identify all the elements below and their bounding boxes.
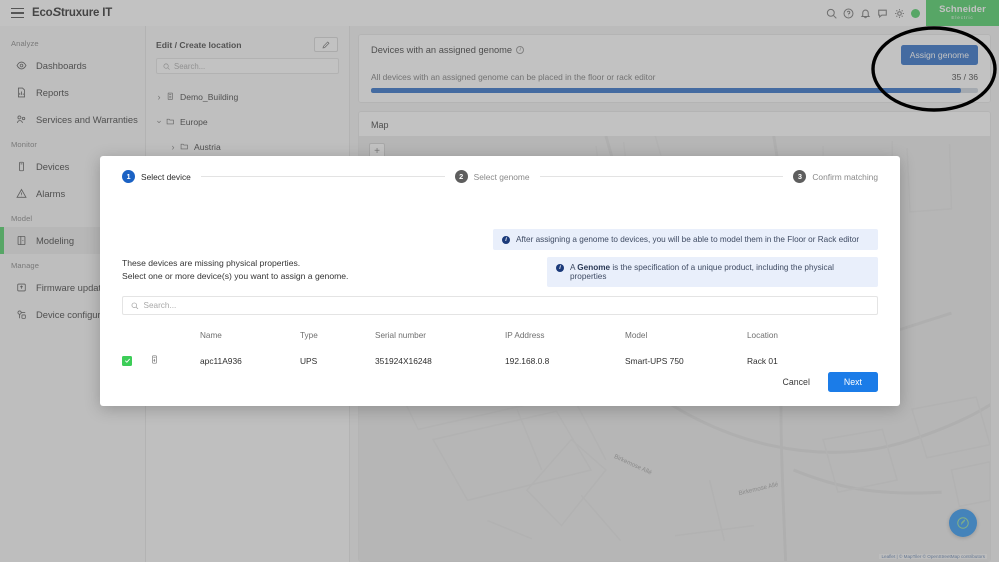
next-button[interactable]: Next <box>827 372 878 392</box>
row-checkbox[interactable] <box>122 355 132 366</box>
table-row[interactable]: apc11A936 UPS 351924X16248 192.168.0.8 S… <box>122 346 878 375</box>
banner-text-post: is the specification of a unique product… <box>570 263 834 281</box>
column-header-icon <box>150 331 200 346</box>
column-header-serial-number: Serial number <box>375 331 426 340</box>
dialog-prompt: These devices are missing physical prope… <box>122 257 348 284</box>
step-number: 1 <box>122 170 135 183</box>
column-header-ip-address: IP Address <box>505 331 545 340</box>
device-table: Name Type Serial number IP Address Model… <box>122 331 878 375</box>
step-label: Confirm matching <box>812 171 879 182</box>
column-header-select <box>122 331 150 346</box>
info-banner-text: A Genome is the specification of a uniqu… <box>570 263 869 281</box>
step-connector <box>539 176 784 177</box>
cell-serial-number: 351924X16248 <box>375 355 432 366</box>
cell-name: apc11A936 <box>200 355 242 366</box>
device-search-placeholder: Search... <box>143 301 177 310</box>
row-select-cell <box>122 346 150 375</box>
step-confirm-matching[interactable]: 3 Confirm matching <box>793 170 878 183</box>
cell-model: Smart-UPS 750 <box>625 355 684 366</box>
dialog-prompt-line-1: These devices are missing physical prope… <box>122 258 301 268</box>
info-icon: i <box>502 236 510 244</box>
device-table-head: Name Type Serial number IP Address Model… <box>122 331 878 346</box>
dialog-body: i After assigning a genome to devices, y… <box>100 183 900 372</box>
step-select-genome[interactable]: 2 Select genome <box>454 170 530 183</box>
cancel-button[interactable]: Cancel <box>777 373 816 391</box>
column-header-name: Name <box>200 331 222 340</box>
dialog-prompt-line-2: Select one or more device(s) you want to… <box>122 271 349 282</box>
assign-genome-dialog: 1 Select device 2 Select genome 3 Confir… <box>100 156 900 406</box>
info-banner-genome-definition: i A Genome is the specification of a uni… <box>547 257 878 287</box>
step-label: Select genome <box>473 171 530 182</box>
info-banner-modeling: i After assigning a genome to devices, y… <box>493 229 878 250</box>
step-select-device[interactable]: 1 Select device <box>122 170 191 183</box>
column-header-location: Location <box>747 331 778 340</box>
device-search-input[interactable]: Search... <box>122 296 878 315</box>
stepper: 1 Select device 2 Select genome 3 Confir… <box>100 156 900 183</box>
step-number: 2 <box>454 170 468 183</box>
cell-location: Rack 01 <box>747 355 778 366</box>
table-header-row: Name Type Serial number IP Address Model… <box>122 331 878 346</box>
dialog-footer: Cancel Next <box>100 372 900 406</box>
ups-device-icon <box>152 355 157 364</box>
row-device-icon-cell <box>150 346 200 375</box>
step-connector <box>200 176 445 177</box>
column-header-type: Type <box>300 331 318 340</box>
info-banner-text: After assigning a genome to devices, you… <box>516 235 860 244</box>
cell-ip-address: 192.168.0.8 <box>505 355 550 366</box>
cell-type: UPS <box>300 355 318 366</box>
column-header-model: Model <box>625 331 648 340</box>
device-table-body: apc11A936 UPS 351924X16248 192.168.0.8 S… <box>122 346 878 375</box>
banner-text-bold: Genome <box>577 263 611 272</box>
step-label: Select device <box>141 171 191 182</box>
search-icon <box>131 302 139 310</box>
info-banner-group: i After assigning a genome to devices, y… <box>493 229 878 294</box>
step-number: 3 <box>793 170 807 183</box>
info-icon: i <box>556 264 564 272</box>
